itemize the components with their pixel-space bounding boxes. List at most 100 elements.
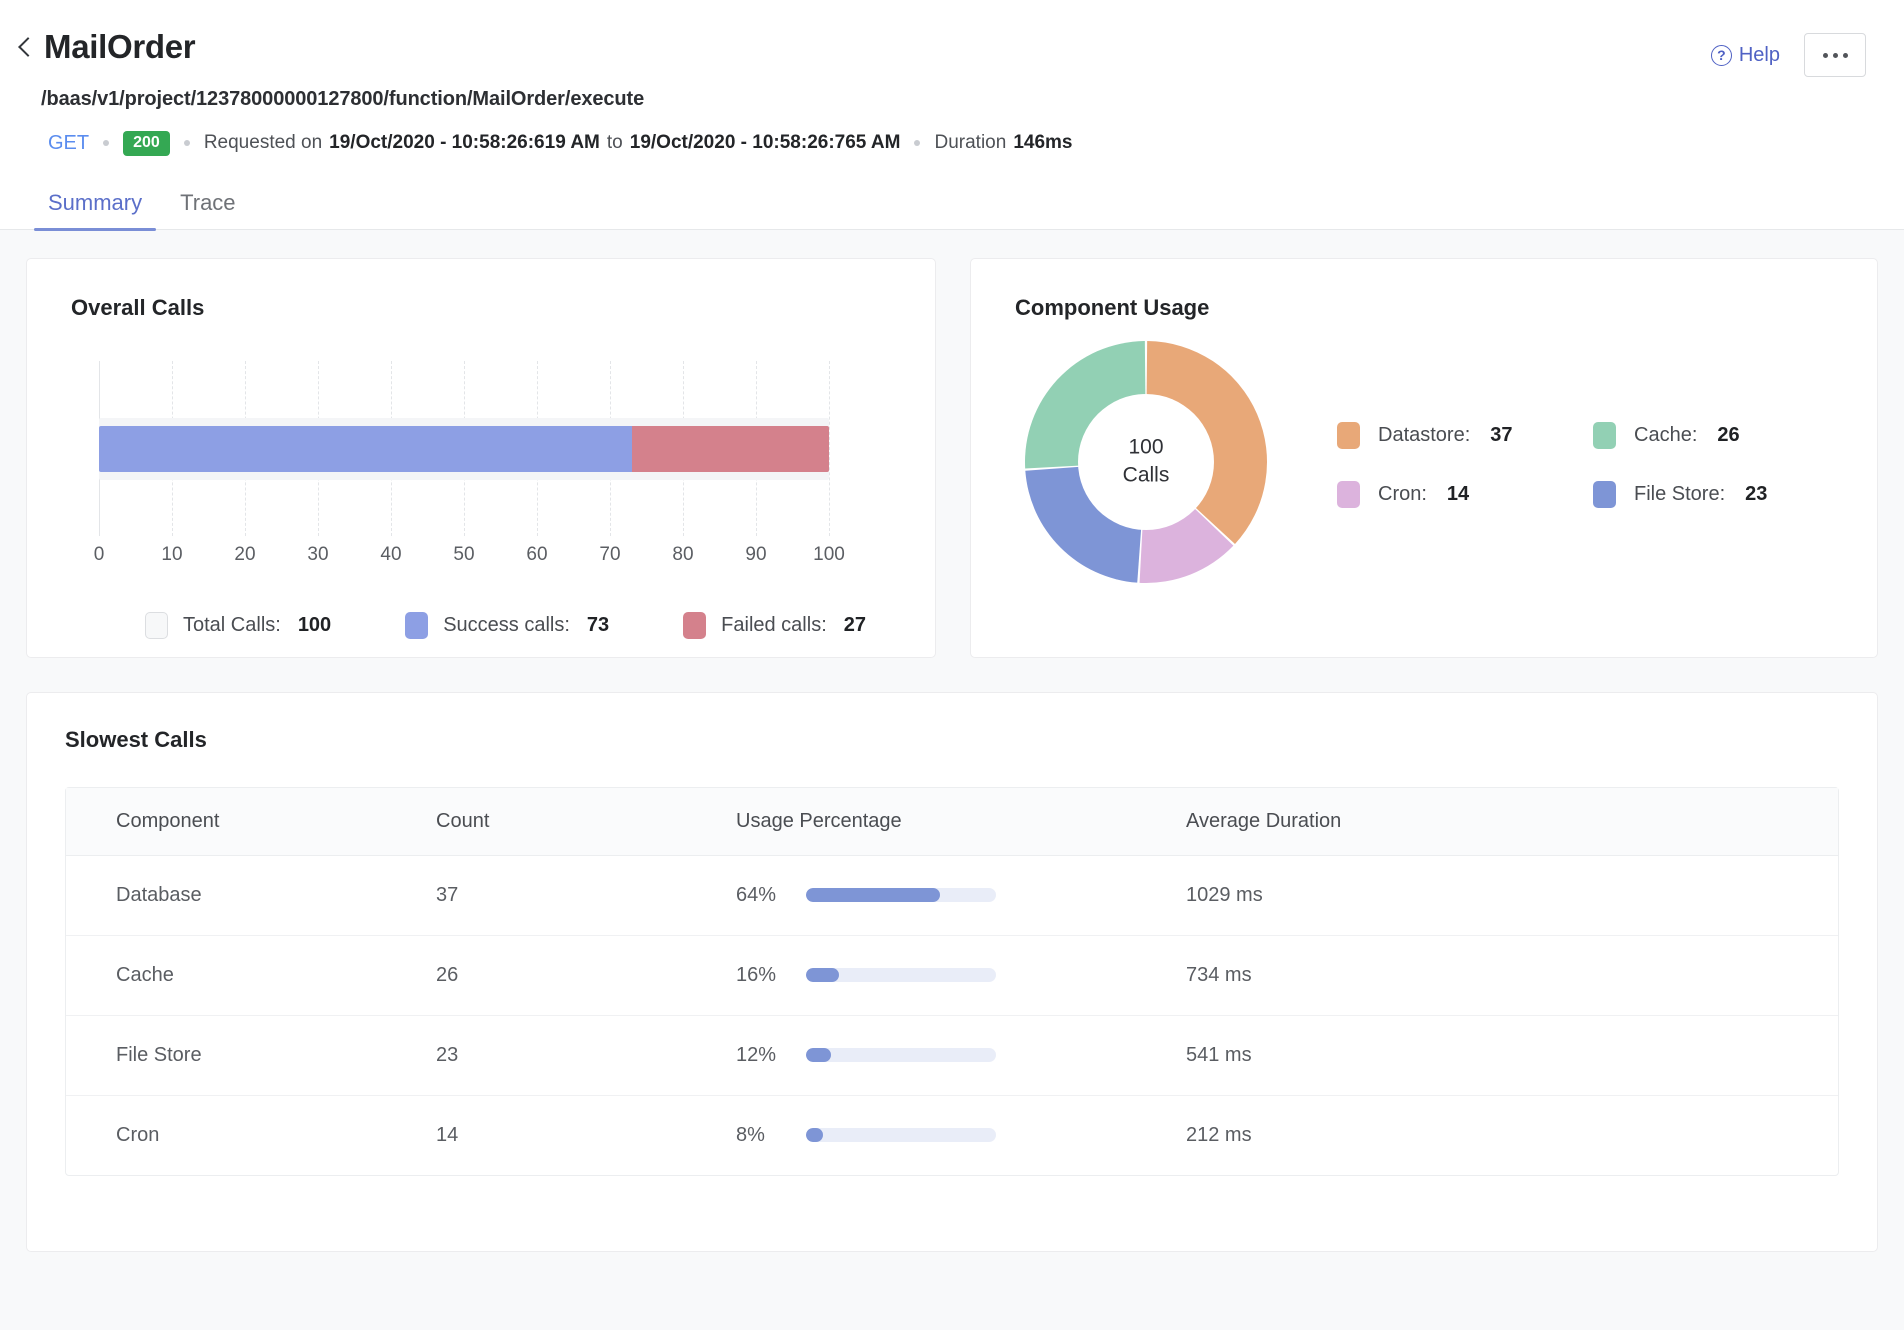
cell-count: 37 — [436, 855, 736, 935]
duration-label: Duration — [934, 132, 1006, 154]
legend-label-total: Total Calls: — [183, 614, 281, 637]
cell-average-duration: 734 ms — [1186, 935, 1838, 1015]
x-axis-ticks: 0102030405060708090100 — [99, 544, 829, 572]
x-axis-tick-label: 90 — [745, 544, 766, 566]
cell-average-duration: 212 ms — [1186, 1095, 1838, 1175]
legend-label-datastore: Datastore: — [1378, 424, 1470, 447]
slowest-calls-title: Slowest Calls — [27, 727, 1877, 753]
tab-summary[interactable]: Summary — [34, 190, 156, 229]
bar-segment-success[interactable] — [99, 426, 632, 472]
summary-cards-row: Overall Calls 0102030405060708090100 Tot… — [26, 258, 1878, 658]
tab-trace[interactable]: Trace — [166, 190, 249, 229]
usage-percentage-label: 8% — [736, 1124, 788, 1147]
duration-value: 146ms — [1013, 132, 1072, 154]
legend-value-success: 73 — [587, 614, 609, 637]
usage-progress-fill — [806, 1128, 823, 1142]
endpoint-path: /baas/v1/project/12378000000127800/funct… — [41, 88, 1904, 111]
column-header-usage-percentage[interactable]: Usage Percentage — [736, 788, 1186, 856]
http-method: GET — [48, 132, 89, 155]
legend-swatch-success — [405, 612, 428, 639]
legend-value-failed: 27 — [844, 614, 866, 637]
overall-calls-bar-chart — [99, 361, 917, 536]
usage-percentage-label: 12% — [736, 1044, 788, 1067]
header-actions: ? Help — [1711, 33, 1866, 77]
separator-dot — [184, 140, 190, 146]
usage-progress-fill — [806, 1048, 831, 1062]
legend-swatch-failed — [683, 612, 706, 639]
legend-item-datastore[interactable]: Datastore: 37 — [1337, 422, 1559, 449]
usage-progress-track — [806, 1048, 996, 1062]
cell-component: Database — [66, 855, 436, 935]
donut-center-value: 100 — [1123, 433, 1170, 461]
separator-dot — [914, 140, 920, 146]
legend-label-cron: Cron: — [1378, 483, 1427, 506]
x-axis-tick-label: 60 — [526, 544, 547, 566]
donut-center-text: 100 Calls — [1123, 433, 1170, 490]
legend-swatch-total — [145, 612, 168, 639]
x-axis-tick-label: 30 — [307, 544, 328, 566]
usage-progress-fill — [806, 888, 940, 902]
x-axis-tick-label: 70 — [599, 544, 620, 566]
separator-dot — [103, 140, 109, 146]
cell-average-duration: 1029 ms — [1186, 855, 1838, 935]
legend-item-cron[interactable]: Cron: 14 — [1337, 481, 1559, 508]
legend-value-file-store: 23 — [1745, 483, 1767, 506]
bar-segment-failed[interactable] — [632, 426, 829, 472]
requested-on-label: Requested on — [204, 132, 322, 154]
usage-cell: 8% — [736, 1124, 1186, 1147]
tab-bar: Summary Trace — [0, 190, 1904, 230]
title-row: MailOrder — [0, 28, 1904, 66]
cell-usage-percentage: 12% — [736, 1015, 1186, 1095]
table-row[interactable]: Cron148%212 ms — [66, 1095, 1838, 1175]
legend-item-success-calls[interactable]: Success calls: 73 — [405, 612, 609, 639]
slowest-calls-table: Component Count Usage Percentage Average… — [66, 788, 1838, 1175]
legend-label-success: Success calls: — [443, 614, 570, 637]
legend-value-cron: 14 — [1447, 483, 1469, 506]
page-title: MailOrder — [44, 28, 195, 66]
request-start-time: 19/Oct/2020 - 10:58:26:619 AM — [329, 132, 600, 154]
x-axis-tick-label: 40 — [380, 544, 401, 566]
legend-label-failed: Failed calls: — [721, 614, 827, 637]
component-usage-card: Component Usage 100 Calls Datastor — [970, 258, 1878, 658]
ellipsis-icon — [1823, 53, 1848, 58]
legend-item-total-calls[interactable]: Total Calls: 100 — [145, 612, 331, 639]
legend-value-total: 100 — [298, 614, 331, 637]
legend-label-cache: Cache: — [1634, 424, 1697, 447]
overall-calls-card: Overall Calls 0102030405060708090100 Tot… — [26, 258, 936, 658]
request-meta-row: GET 200 Requested on 19/Oct/2020 - 10:58… — [48, 131, 1904, 156]
column-header-component[interactable]: Component — [66, 788, 436, 856]
overall-calls-legend: Total Calls: 100 Success calls: 73 Faile… — [145, 612, 935, 639]
legend-item-failed-calls[interactable]: Failed calls: 27 — [683, 612, 866, 639]
x-axis-tick-label: 10 — [161, 544, 182, 566]
cell-usage-percentage: 8% — [736, 1095, 1186, 1175]
usage-percentage-label: 16% — [736, 964, 788, 987]
legend-label-file-store: File Store: — [1634, 483, 1725, 506]
cell-usage-percentage: 16% — [736, 935, 1186, 1015]
cell-average-duration: 541 ms — [1186, 1015, 1838, 1095]
cell-usage-percentage: 64% — [736, 855, 1186, 935]
column-header-count[interactable]: Count — [436, 788, 736, 856]
column-header-average-duration[interactable]: Average Duration — [1186, 788, 1838, 856]
slowest-calls-table-wrap: Component Count Usage Percentage Average… — [65, 787, 1839, 1176]
table-header-row: Component Count Usage Percentage Average… — [66, 788, 1838, 856]
usage-progress-fill — [806, 968, 839, 982]
x-axis-tick-label: 20 — [234, 544, 255, 566]
table-row[interactable]: Database3764%1029 ms — [66, 855, 1838, 935]
table-row[interactable]: File Store2312%541 ms — [66, 1015, 1838, 1095]
more-options-button[interactable] — [1804, 33, 1866, 77]
chevron-left-icon[interactable] — [14, 30, 40, 64]
legend-swatch-datastore — [1337, 422, 1360, 449]
legend-swatch-cron — [1337, 481, 1360, 508]
legend-item-cache[interactable]: Cache: 26 — [1593, 422, 1767, 449]
component-usage-donut: 100 Calls — [1019, 335, 1273, 589]
usage-progress-track — [806, 888, 996, 902]
component-usage-title: Component Usage — [971, 295, 1877, 321]
time-range-to-label: to — [607, 132, 623, 154]
x-axis-tick-label: 80 — [672, 544, 693, 566]
table-row[interactable]: Cache2616%734 ms — [66, 935, 1838, 1015]
legend-value-datastore: 37 — [1490, 424, 1512, 447]
cell-count: 23 — [436, 1015, 736, 1095]
legend-item-file-store[interactable]: File Store: 23 — [1593, 481, 1767, 508]
help-button[interactable]: ? Help — [1711, 44, 1780, 67]
x-axis-tick-label: 50 — [453, 544, 474, 566]
